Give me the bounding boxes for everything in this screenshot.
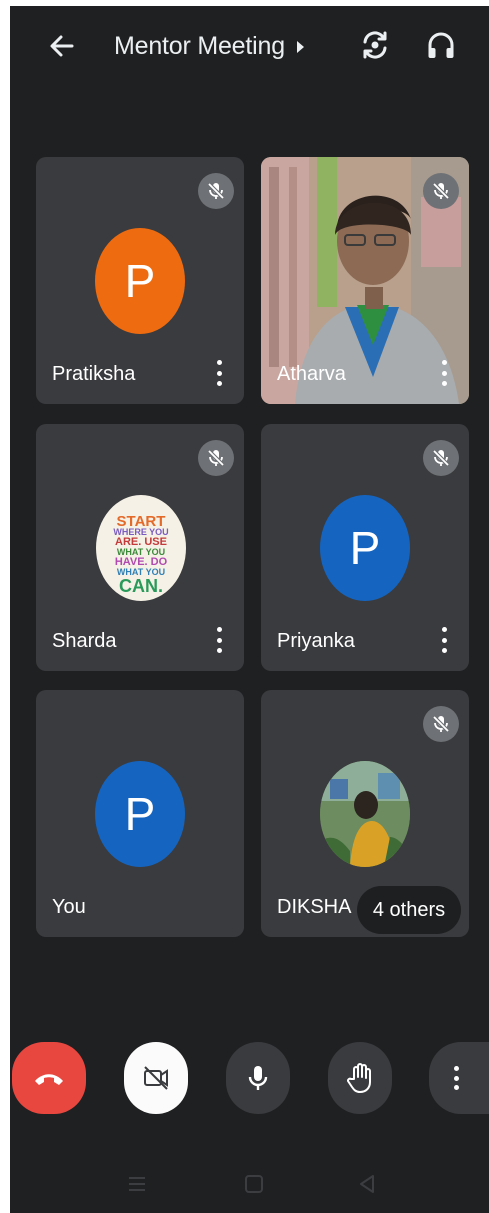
participant-tile-priyanka[interactable]: P Priyanka <box>261 424 469 671</box>
mic-off-icon <box>423 440 459 476</box>
meeting-title-button[interactable]: Mentor Meeting <box>114 28 304 64</box>
recents-icon[interactable] <box>126 1173 148 1195</box>
back-triangle-icon[interactable] <box>356 1173 378 1195</box>
mic-off-icon <box>198 173 234 209</box>
raise-hand-icon <box>347 1063 371 1093</box>
more-options-button[interactable] <box>429 1042 489 1114</box>
system-navigation-bar <box>10 1156 489 1213</box>
participant-name: Pratiksha <box>52 363 136 385</box>
back-arrow-icon[interactable] <box>46 30 78 62</box>
headphones-icon[interactable] <box>424 28 458 62</box>
microphone-button[interactable] <box>226 1042 290 1114</box>
more-options-icon[interactable] <box>441 627 447 653</box>
participant-tile-atharva[interactable]: Atharva <box>261 157 469 404</box>
end-call-button[interactable] <box>12 1042 86 1114</box>
mic-off-icon <box>423 706 459 742</box>
switch-camera-icon[interactable] <box>358 28 392 62</box>
end-call-icon <box>35 1074 63 1085</box>
participant-name: You <box>52 896 86 918</box>
more-options-icon[interactable] <box>216 360 222 386</box>
participant-tile-you[interactable]: P You <box>36 690 244 937</box>
home-icon[interactable] <box>243 1173 265 1195</box>
camera-off-icon <box>144 1066 168 1090</box>
participant-tile-diksha[interactable]: DIKSHA 4 others <box>261 690 469 937</box>
microphone-icon <box>248 1066 268 1090</box>
participant-name: Priyanka <box>277 630 355 652</box>
avatar: P <box>320 495 410 601</box>
meeting-title: Mentor Meeting <box>114 31 285 60</box>
more-options-icon[interactable] <box>441 360 447 386</box>
participant-name: Sharda <box>52 630 117 652</box>
participant-tile-pratiksha[interactable]: P Pratiksha <box>36 157 244 404</box>
avatar <box>320 761 410 867</box>
raise-hand-button[interactable] <box>328 1042 392 1114</box>
avatar: P <box>95 228 185 334</box>
camera-toggle-button[interactable] <box>124 1042 188 1114</box>
chevron-right-icon <box>296 41 304 53</box>
participant-name: DIKSHA <box>277 896 352 918</box>
top-bar: Mentor Meeting <box>10 6 489 86</box>
mic-off-icon <box>423 173 459 209</box>
more-options-icon[interactable] <box>216 627 222 653</box>
avatar: P <box>95 761 185 867</box>
more-options-icon <box>453 1066 459 1090</box>
mic-off-icon <box>198 440 234 476</box>
others-count-button[interactable]: 4 others <box>357 886 461 934</box>
meeting-screen: Mentor Meeting P Pratiksha Atharva START… <box>10 6 489 1213</box>
participant-name: Atharva <box>277 363 346 385</box>
participant-tile-sharda[interactable]: START WHERE YOU ARE. USE WHAT YOU HAVE. … <box>36 424 244 671</box>
avatar: START WHERE YOU ARE. USE WHAT YOU HAVE. … <box>96 495 186 601</box>
